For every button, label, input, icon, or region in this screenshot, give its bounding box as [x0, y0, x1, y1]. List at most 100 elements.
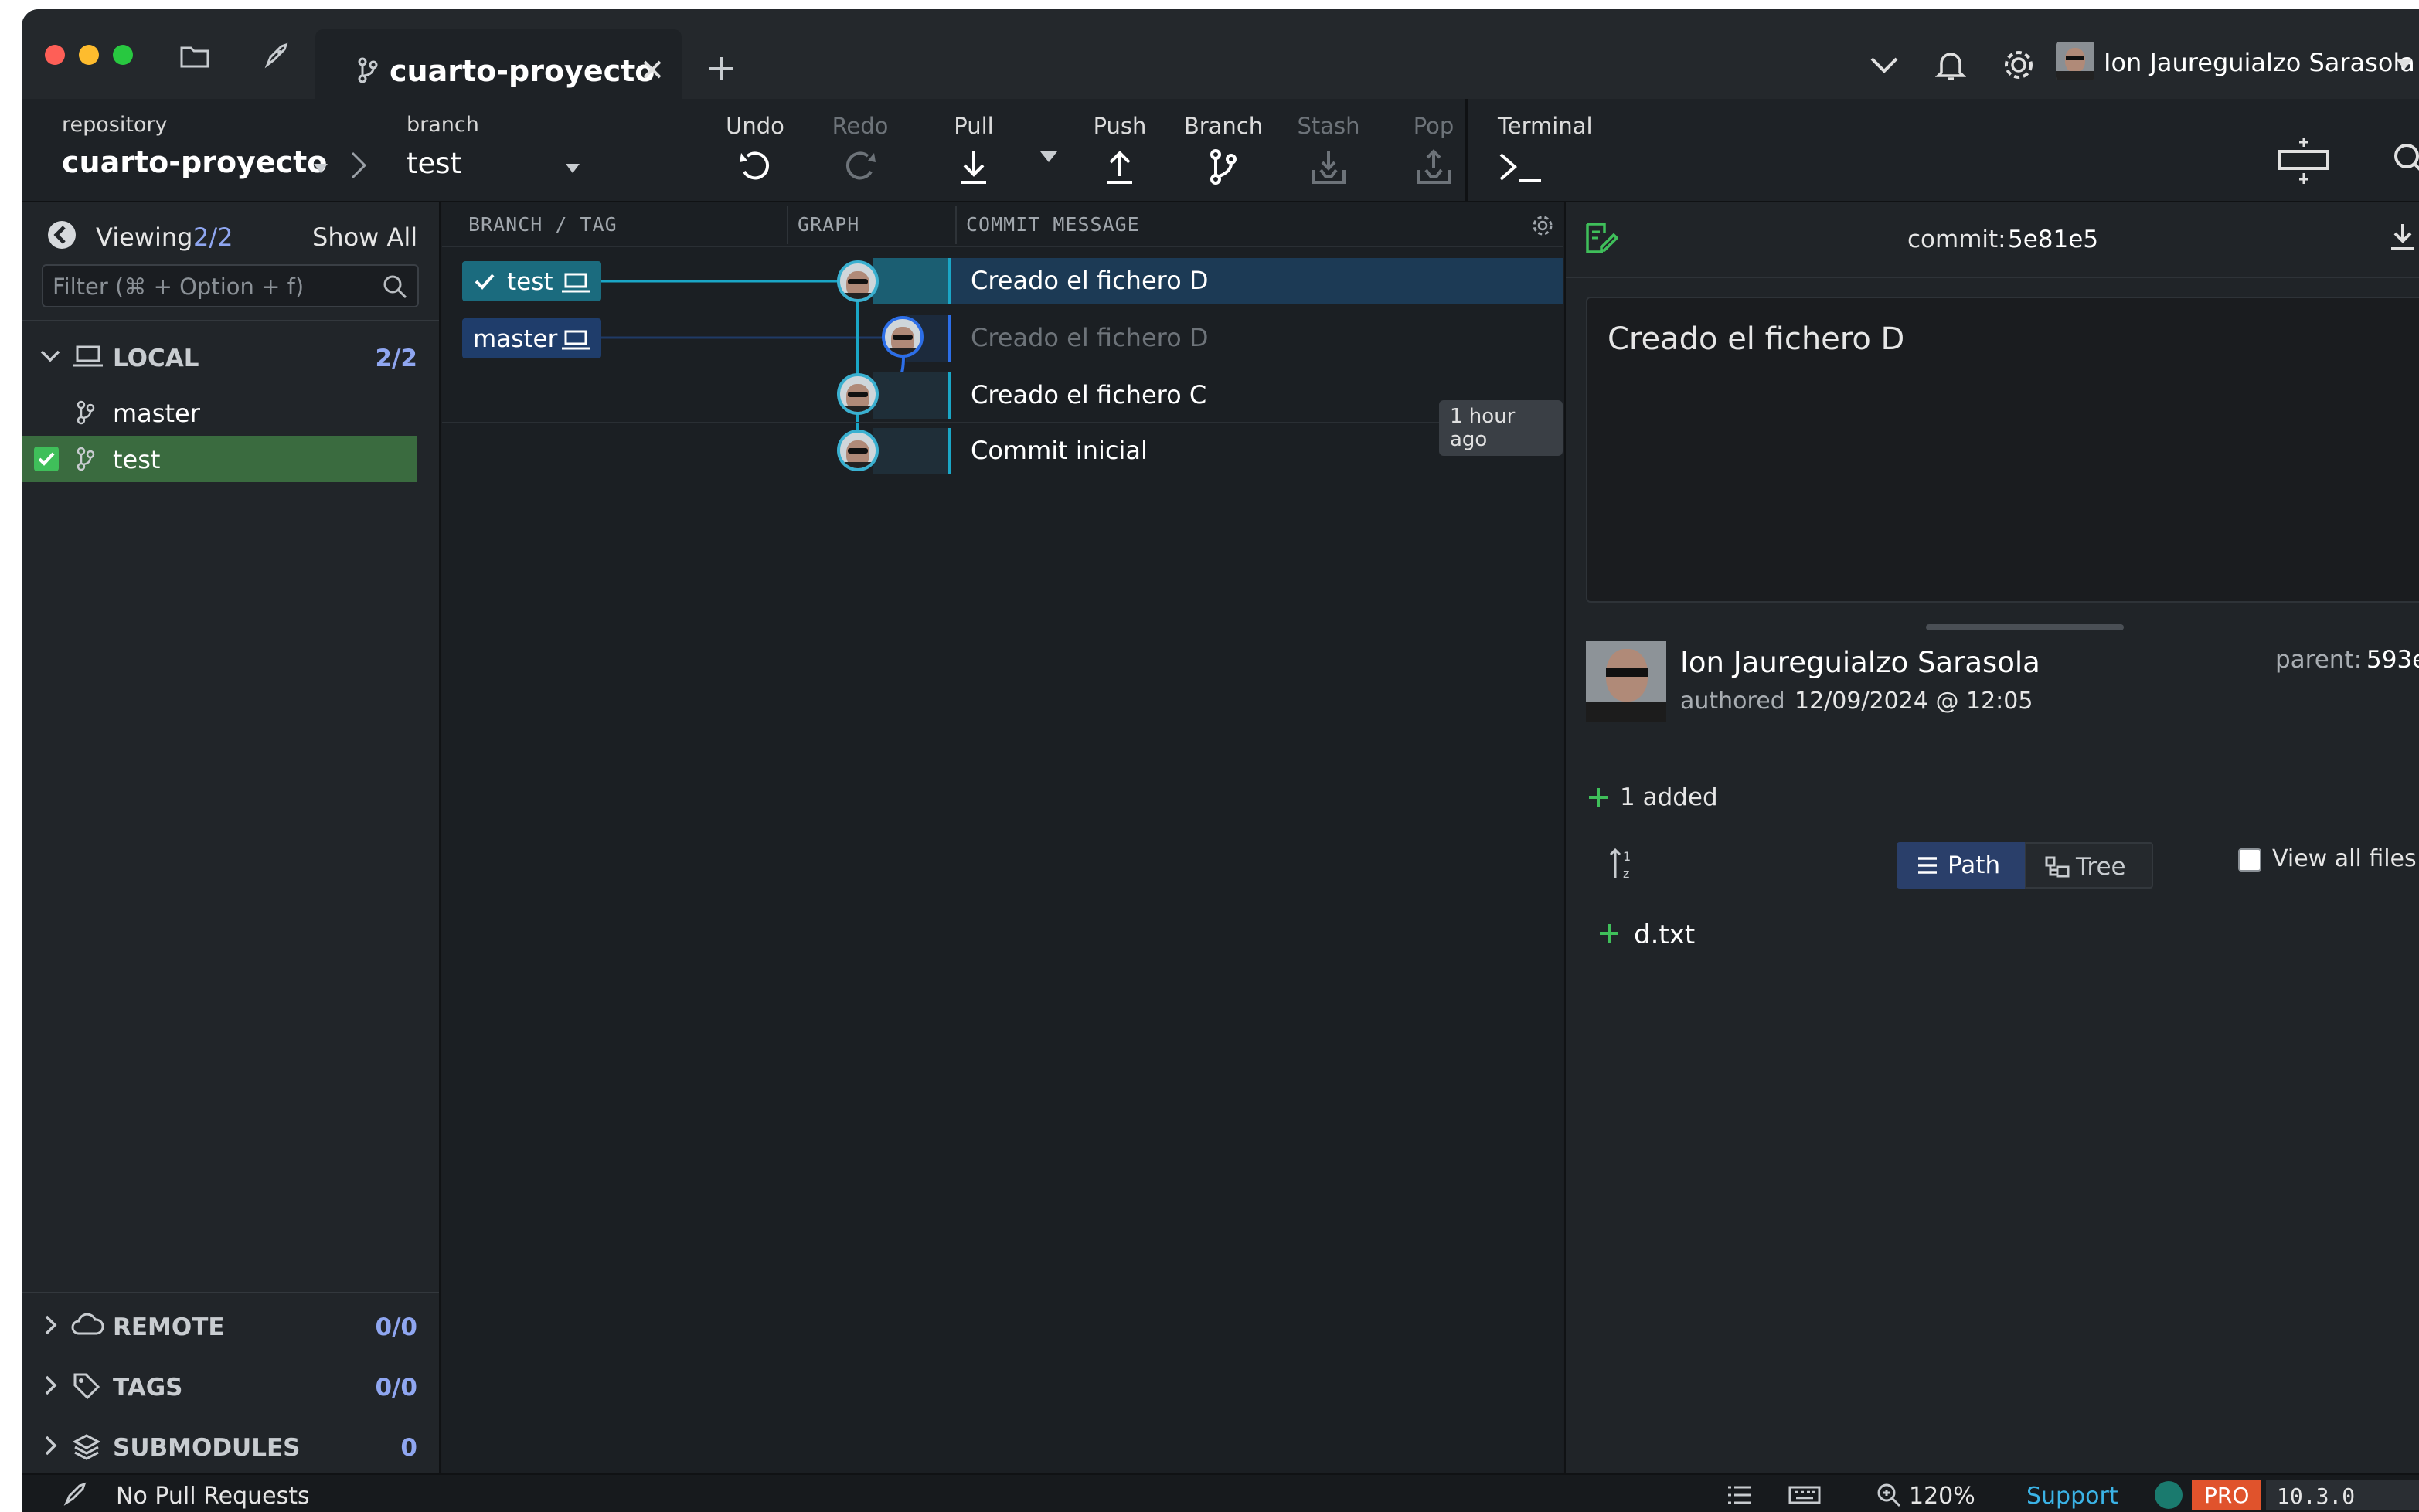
edit-commit-icon[interactable] — [1584, 221, 1618, 255]
keyboard-icon[interactable] — [1788, 1484, 1821, 1506]
commit-label: commit: — [1907, 226, 2006, 253]
redo-button[interactable]: Redo — [810, 113, 910, 185]
tree-label: Tree — [2076, 853, 2126, 881]
commit-message[interactable]: Creado el fichero D — [971, 266, 1208, 295]
added-summary: 1 added — [1620, 783, 1718, 811]
back-circle-icon[interactable] — [46, 219, 77, 250]
tags-count: 0/0 — [375, 1374, 417, 1402]
terminal-button[interactable]: Terminal — [1498, 113, 1598, 184]
stash-button[interactable]: Stash — [1278, 113, 1379, 185]
caret-down-icon[interactable] — [314, 164, 328, 173]
branch-name[interactable]: test — [407, 147, 461, 180]
push-label: Push — [1093, 113, 1147, 139]
commit-message[interactable]: Creado el fichero D — [971, 323, 1208, 352]
commit-avatar-node[interactable] — [882, 316, 924, 358]
viewing-count: 2/2 — [193, 223, 233, 252]
user-name[interactable]: Ion Jaureguialzo Sarasola — [2104, 48, 2415, 77]
commit-avatar-node[interactable] — [837, 260, 879, 302]
path-view-toggle[interactable]: Path — [1897, 842, 2025, 889]
close-window-button[interactable] — [45, 45, 65, 65]
branch-ref-label: master — [473, 325, 558, 353]
list-icon[interactable] — [1727, 1484, 1753, 1506]
support-link[interactable]: Support — [2026, 1483, 2118, 1510]
sidebar-item-master[interactable]: master — [22, 391, 439, 434]
minimize-window-button[interactable] — [79, 45, 99, 65]
commit-message-box[interactable]: Creado el fichero D — [1586, 297, 2419, 603]
sidebar-item-label: test — [113, 445, 161, 474]
rocket-icon — [62, 1481, 88, 1507]
divider — [22, 320, 439, 321]
undo-button[interactable]: Undo — [705, 113, 805, 185]
row-marker — [948, 428, 951, 474]
chevron-down-icon[interactable] — [1869, 56, 1900, 76]
remote-count: 0/0 — [375, 1313, 417, 1341]
title-bar: cuarto-proyecto Ion Jaureguialzo Sarasol… — [22, 9, 2419, 108]
branch-caption: branch — [407, 113, 479, 137]
remote-section-header[interactable]: REMOTE 0/0 — [22, 1303, 439, 1349]
new-tab-button[interactable] — [708, 56, 734, 82]
time-tooltip: 1 hour ago — [1439, 400, 1563, 456]
commit-avatar-node[interactable] — [837, 430, 879, 471]
list-item[interactable]: d.txt — [1586, 910, 2419, 958]
commit-message-text: Creado el fichero D — [1608, 321, 1905, 357]
commit-message[interactable]: Creado el fichero C — [971, 380, 1206, 409]
commit-avatar-node[interactable] — [837, 373, 879, 415]
avatar[interactable] — [2056, 42, 2094, 80]
tags-section-header[interactable]: TAGS 0/0 — [22, 1363, 439, 1409]
viewing-label: Viewing — [96, 223, 193, 252]
view-all-files-label[interactable]: View all files — [2272, 845, 2417, 872]
parent-sha[interactable]: 593e5f — [2366, 646, 2419, 674]
stash-label: Stash — [1297, 113, 1360, 139]
repository-name[interactable]: cuarto-proyecto — [62, 145, 327, 179]
push-button[interactable]: Push — [1070, 113, 1170, 185]
folder-icon[interactable] — [179, 43, 210, 70]
filter-input[interactable]: Filter (⌘ + Option + f) — [42, 264, 419, 307]
caret-down-icon[interactable] — [566, 164, 580, 173]
caret-down-icon[interactable] — [2396, 59, 2413, 70]
branch-button[interactable]: Branch — [1173, 113, 1274, 185]
branch-ref-test[interactable]: test — [462, 261, 601, 301]
commit-message[interactable]: Commit inicial — [971, 436, 1148, 465]
commit-details-panel: commit: 5e81e5 Creado el fichero D Ion J… — [1564, 202, 2419, 1473]
show-all-button[interactable]: Show All — [312, 223, 417, 252]
pull-label: Pull — [954, 113, 994, 139]
graph-row-highlight — [873, 258, 949, 304]
author-avatar — [1586, 641, 1666, 722]
zoom-level[interactable]: 120% — [1909, 1483, 1975, 1510]
resize-handle[interactable] — [1926, 624, 2124, 630]
local-section-header[interactable]: LOCAL 2/2 — [22, 332, 439, 379]
sort-icon[interactable]: 1z — [1609, 847, 1638, 881]
rocket-icon[interactable] — [261, 42, 291, 71]
search-icon[interactable] — [2391, 141, 2419, 178]
authored-date: 12/09/2024 @ 12:05 — [1795, 688, 2033, 715]
branch-ref-master[interactable]: master — [462, 318, 601, 358]
pull-button[interactable]: Pull — [935, 113, 1012, 185]
download-icon[interactable] — [2390, 223, 2416, 252]
view-all-files-checkbox[interactable] — [2238, 848, 2261, 872]
pull-options-caret-icon[interactable] — [1040, 151, 1057, 162]
sidebar-item-test[interactable]: test — [22, 436, 417, 482]
submodules-section-header[interactable]: SUBMODULES 0 — [22, 1423, 439, 1470]
tree-view-toggle[interactable]: Tree — [2025, 842, 2153, 889]
zoom-icon[interactable] — [1876, 1483, 1901, 1507]
graph-row-highlight — [873, 428, 948, 474]
commit-sha[interactable]: 5e81e5 — [2008, 226, 2098, 253]
submodules-count: 0 — [400, 1434, 417, 1462]
branch-label: Branch — [1183, 113, 1264, 139]
pull-requests-status[interactable]: No Pull Requests — [116, 1483, 310, 1510]
tab-cuarto-proyecto[interactable]: cuarto-proyecto — [315, 29, 682, 108]
undo-label: Undo — [726, 113, 784, 139]
bell-icon[interactable] — [1935, 48, 1966, 82]
pop-button[interactable]: Pop — [1383, 113, 1484, 185]
zoom-window-button[interactable] — [113, 45, 133, 65]
check-icon — [34, 447, 59, 471]
author-name: Ion Jaureguialzo Sarasola — [1680, 646, 2040, 679]
layout-toggle-icon[interactable] — [2277, 136, 2331, 187]
close-tab-icon[interactable] — [641, 59, 663, 80]
plus-icon — [1587, 787, 1609, 808]
gear-icon[interactable] — [2002, 48, 2036, 82]
pro-badge[interactable]: PRO — [2192, 1480, 2261, 1510]
pop-label: Pop — [1413, 113, 1454, 139]
row-marker — [948, 258, 951, 304]
redo-label: Redo — [832, 113, 889, 139]
